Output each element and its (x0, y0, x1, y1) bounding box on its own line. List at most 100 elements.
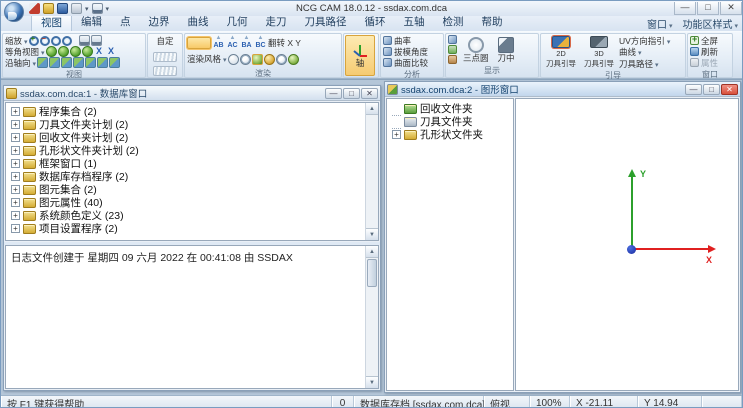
expand-icon[interactable]: + (11, 185, 20, 194)
analysis-item[interactable]: 曲面比较 (383, 57, 428, 68)
render-wireframe-icon[interactable] (228, 54, 239, 65)
zoom-out-icon[interactable] (40, 36, 50, 46)
render-textured-icon[interactable] (288, 54, 299, 65)
view-bc-icon[interactable]: BC (254, 36, 267, 51)
tool-center-button[interactable]: 刀中 (495, 35, 518, 64)
view-ab-icon[interactable]: AB (212, 36, 225, 51)
axis-view-icon-1[interactable] (37, 57, 48, 68)
expand-icon[interactable]: + (11, 146, 20, 155)
iso-view-icon-1[interactable] (46, 46, 57, 57)
save-icon[interactable] (57, 3, 68, 14)
flip-xy-button[interactable]: 翻转 X Y (268, 37, 301, 49)
custom-button[interactable]: 自定 (156, 35, 173, 47)
database-maximize-button[interactable]: □ (343, 88, 360, 99)
zoom-previous-icon[interactable] (62, 36, 72, 46)
graphics-maximize-button[interactable]: □ (703, 84, 720, 95)
zoom-in-icon[interactable] (29, 36, 39, 46)
guide-2d-button[interactable]: 2D 刀具引导 (543, 35, 579, 69)
uv-guide-dropdown[interactable]: UV方向指引 (619, 35, 670, 47)
iso-view-icon-4[interactable] (82, 46, 93, 57)
iso-view-icon-2[interactable] (58, 46, 69, 57)
scroll-down-icon[interactable]: ▼ (366, 228, 378, 240)
display-mini-icon-3[interactable] (448, 55, 457, 64)
axis-view-icon-6[interactable] (97, 57, 108, 68)
fit-view-icon-1[interactable]: X (94, 46, 105, 57)
expand-icon[interactable]: + (11, 133, 20, 142)
scroll-up-icon[interactable]: ▲ (366, 103, 378, 115)
guide-3d-button[interactable]: 3D 刀具引导 (581, 35, 617, 69)
axis-view-icon-2[interactable] (49, 57, 60, 68)
render-translucent-icon[interactable] (276, 54, 287, 65)
log-scrollbar[interactable]: ▲ ▼ (365, 246, 378, 388)
along-axis-dropdown[interactable]: 沿轴向 (5, 57, 36, 69)
window-menu[interactable]: 窗口 (647, 16, 673, 31)
database-window-titlebar[interactable]: ssdax.com.dca:1 - 数据库窗口 — □ ✕ (4, 86, 380, 101)
expand-icon[interactable]: + (11, 159, 20, 168)
minimize-button[interactable]: — (674, 2, 696, 15)
tree-row[interactable]: + 项目设置程序 (2) (6, 222, 378, 235)
log-scroll-up-icon[interactable]: ▲ (366, 246, 378, 258)
display-mini-icon-1[interactable] (448, 35, 457, 44)
properties-button[interactable]: 属性 (690, 57, 718, 68)
expand-icon[interactable]: + (392, 104, 401, 113)
ribbon-tab-label: 刀具路径 (305, 16, 347, 28)
quick-access-toolbar: ▾ ▾ (29, 3, 109, 14)
graphics-canvas[interactable]: Y X (515, 98, 739, 391)
edit-icon[interactable] (29, 3, 40, 14)
axis-view-icon-5[interactable] (85, 57, 96, 68)
print-icon[interactable] (71, 3, 82, 14)
expand-icon[interactable]: + (11, 107, 20, 116)
refresh-button[interactable]: 刷新 (690, 46, 718, 57)
axis-view-icon-4[interactable] (73, 57, 84, 68)
expand-icon[interactable]: + (392, 130, 401, 139)
log-scroll-down-icon[interactable]: ▼ (366, 376, 378, 388)
display-mini-icon-2[interactable] (448, 45, 457, 54)
print-dropdown-arrow-icon[interactable]: ▾ (85, 5, 89, 13)
render-style-dropdown[interactable]: 渲染风格 (187, 53, 227, 65)
qat-customize-arrow-icon[interactable]: ▾ (106, 5, 110, 13)
curve-guide-dropdown[interactable]: 曲线 (619, 46, 642, 58)
tree-row[interactable]: + 孔形状文件夹 (387, 128, 513, 141)
toolpath-guide-dropdown[interactable]: 刀具路径 (619, 58, 659, 70)
database-tree-scrollbar[interactable]: ▲ ▼ (365, 103, 378, 240)
database-close-button[interactable]: ✕ (361, 88, 378, 99)
ribbon-style-menu[interactable]: 功能区样式 (682, 16, 738, 31)
axis-view-icon-3[interactable] (61, 57, 72, 68)
close-button[interactable]: ✕ (720, 2, 742, 15)
axis-view-icon-7[interactable] (109, 57, 120, 68)
expand-icon[interactable]: + (392, 117, 401, 126)
render-shaded-icon[interactable] (252, 54, 263, 65)
fit-view-icon-2[interactable]: X (106, 46, 117, 57)
iso-view-icon-3[interactable] (70, 46, 81, 57)
expand-icon[interactable]: + (11, 211, 20, 220)
analysis-item[interactable]: 曲率 (383, 35, 428, 46)
app-logo-icon[interactable] (4, 2, 24, 22)
expand-icon[interactable]: + (11, 198, 20, 207)
view-monitor-icon[interactable] (79, 35, 90, 46)
graphics-minimize-button[interactable]: — (685, 84, 702, 95)
analysis-item[interactable]: 拔模角度 (383, 46, 428, 57)
folder-icon (23, 159, 36, 169)
render-hidden-line-icon[interactable] (240, 54, 251, 65)
graphics-window-titlebar[interactable]: ssdax.com.dca:2 - 图形窗口 — □ ✕ (385, 82, 740, 97)
view-ac-icon[interactable]: AC (226, 36, 239, 51)
custom-swatch-2[interactable] (153, 66, 177, 76)
expand-icon[interactable]: + (11, 224, 20, 233)
maximize-button[interactable]: □ (697, 2, 719, 15)
render-shaded-edges-icon[interactable] (264, 54, 275, 65)
database-minimize-button[interactable]: — (325, 88, 342, 99)
view-ba-icon[interactable]: BA (240, 36, 253, 51)
graphics-close-button[interactable]: ✕ (721, 84, 738, 95)
axis-toggle-button[interactable]: 轴 (345, 35, 375, 76)
three-point-circle-button[interactable]: 三点圆 (460, 35, 492, 64)
expand-icon[interactable]: + (11, 120, 20, 129)
custom-swatch-1[interactable] (153, 52, 177, 62)
material-swatch[interactable] (187, 37, 211, 49)
lock-icon[interactable] (43, 3, 54, 14)
zoom-window-icon[interactable] (51, 36, 61, 46)
expand-icon[interactable]: + (11, 172, 20, 181)
fullscreen-button[interactable]: 全屏 (690, 35, 718, 46)
log-scroll-thumb[interactable] (367, 259, 377, 287)
screen-icon[interactable] (92, 3, 103, 14)
view-monitor2-icon[interactable] (91, 35, 102, 46)
